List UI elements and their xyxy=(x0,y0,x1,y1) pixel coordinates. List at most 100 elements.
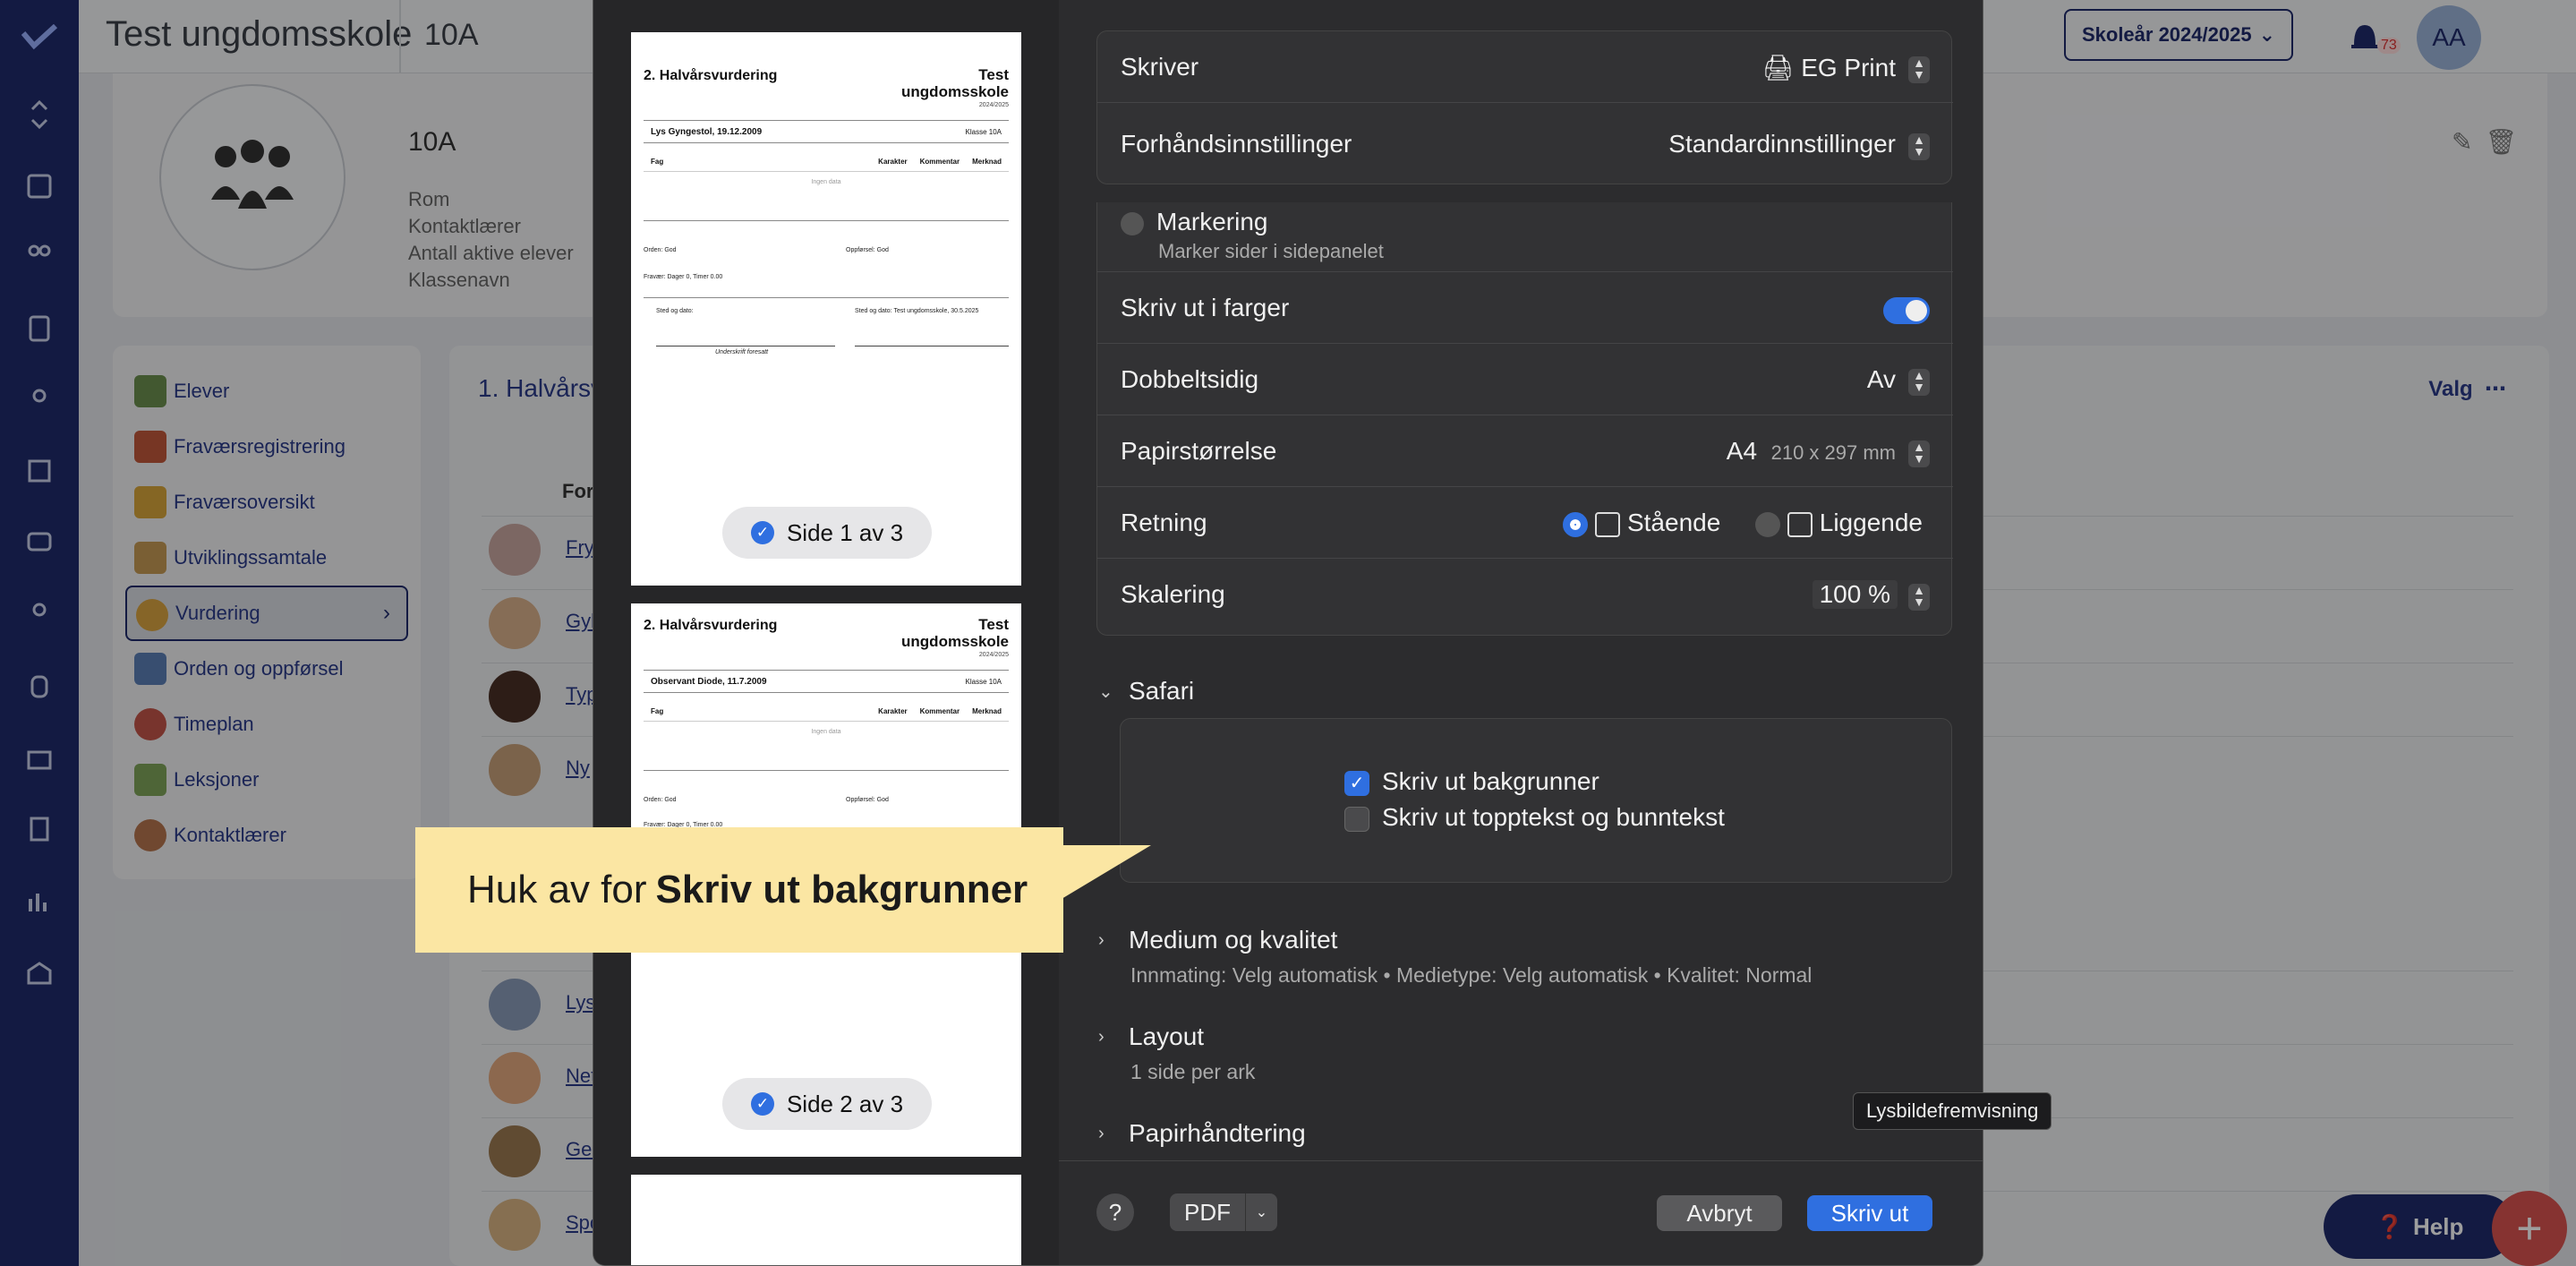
page-class: Klasse 10A xyxy=(965,128,1002,136)
marking-text: Markering xyxy=(1156,208,1268,235)
print-headers-option[interactable]: Skriv ut topptekst og bunntekst xyxy=(1344,803,1725,832)
paper-row[interactable]: Papirstørrelse A4 210 x 297 mm ▲ ▼ xyxy=(1097,415,1953,487)
col-kommentar: Kommentar xyxy=(919,158,960,166)
page-student: Lys Gyngestol, 19.12.2009 Klasse 10A xyxy=(644,120,1009,143)
paper-dims: 210 x 297 mm xyxy=(1770,441,1896,464)
layout-summary: 1 side per ark xyxy=(1130,1060,1256,1083)
updown-icon[interactable]: ▲ ▼ xyxy=(1908,441,1930,467)
portrait-label[interactable]: Stående xyxy=(1627,509,1720,536)
no-data: Ingen data xyxy=(811,179,841,185)
pill-label: Side 1 av 3 xyxy=(786,518,904,546)
col-kommentar: Kommentar xyxy=(919,707,960,715)
callout-pointer xyxy=(1062,845,1151,899)
col-karakter: Karakter xyxy=(878,158,908,166)
print-backgrounds-option[interactable]: ✓ Skriv ut bakgrunner xyxy=(1344,767,1599,796)
page-table-head: Fag Karakter Kommentar Merknad xyxy=(644,707,1009,722)
safari-title: Safari xyxy=(1129,677,1195,705)
printer-icon: 🖨 xyxy=(1761,54,1795,81)
marking-sub: Marker sider i sidepanelet xyxy=(1158,240,1384,262)
pdf-label: PDF xyxy=(1184,1198,1231,1226)
updown-icon[interactable]: ▲ ▼ xyxy=(1908,56,1930,83)
print-backgrounds-label: Skriv ut bakgrunner xyxy=(1382,767,1599,795)
orientation-options: Stående Liggende xyxy=(1563,509,1923,537)
dialog-footer: ? PDF ⌄ Avbryt Skriv ut xyxy=(1059,1160,1983,1265)
tooltip: Lysbildefremvisning xyxy=(1853,1092,2052,1130)
no-data: Ingen data xyxy=(811,729,841,735)
signature-caption: Underskrift foresatt xyxy=(715,349,769,355)
paper-handling-section-toggle[interactable]: › Papirhåndtering xyxy=(1098,1119,1306,1148)
page-preview-sidebar: 2. Halvårsvurdering Test ungdomsskole 20… xyxy=(593,0,1059,1265)
stepper-icon[interactable]: ▲ ▼ xyxy=(1908,584,1930,611)
duplex-row[interactable]: Dobbeltsidig Av ▲ ▼ xyxy=(1097,344,1953,415)
scale-row: Skalering 100 % ▲ ▼ xyxy=(1097,559,1953,630)
media-section-toggle[interactable]: › Medium og kvalitet xyxy=(1098,926,1337,954)
student-line: Lys Gyngestol, 19.12.2009 xyxy=(651,127,763,137)
landscape-label[interactable]: Liggende xyxy=(1820,509,1923,536)
page-year: 2024/2025 xyxy=(978,102,1009,108)
page-select-pill-1[interactable]: ✓ Side 1 av 3 xyxy=(722,507,932,559)
page-thumbnail-3[interactable] xyxy=(631,1175,1021,1265)
print-dialog: 2. Halvårsvurdering Test ungdomsskole 20… xyxy=(593,0,1983,1266)
options-box: Markering Marker sider i sidepanelet Skr… xyxy=(1096,202,1953,636)
chevron-down-icon: ⌄ xyxy=(1245,1193,1277,1231)
printer-value: 🖨 EG Print xyxy=(1762,53,1896,82)
scale-label: Skalering xyxy=(1121,580,1225,608)
presets-label: Forhåndsinnstillinger xyxy=(1121,130,1352,158)
divider xyxy=(644,770,1009,771)
page-class: Klasse 10A xyxy=(965,678,1002,686)
page-title: 2. Halvårsvurdering xyxy=(644,68,778,83)
page-thumbnail-1[interactable]: 2. Halvårsvurdering Test ungdomsskole 20… xyxy=(631,32,1021,586)
chevron-right-icon: › xyxy=(1098,929,1105,950)
landscape-icon xyxy=(1787,511,1813,537)
print-headers-label: Skriv ut topptekst og bunntekst xyxy=(1382,803,1725,831)
col-merknad: Merknad xyxy=(972,158,1002,166)
col-fag: Fag xyxy=(651,158,664,166)
duplex-label: Dobbeltsidig xyxy=(1121,365,1259,393)
landscape-radio[interactable] xyxy=(1755,511,1781,537)
page-school: Test ungdomsskole xyxy=(901,616,1009,650)
col-karakter: Karakter xyxy=(878,707,908,715)
chevron-down-icon: ⌄ xyxy=(1098,681,1113,702)
place-left: Sted og dato: xyxy=(656,308,694,314)
print-settings: Skriver 🖨 EG Print ▲ ▼ Forhåndsinnstillin… xyxy=(1059,0,1983,1265)
instruction-callout: Huk av for Skriv ut bakgrunner xyxy=(415,827,1063,953)
safari-section-toggle[interactable]: ⌄ Safari xyxy=(1098,677,1194,706)
page-table-head: Fag Karakter Kommentar Merknad xyxy=(644,158,1009,172)
color-row[interactable]: Skriv ut i farger xyxy=(1097,272,1953,344)
presets-row[interactable]: Forhåndsinnstillinger Standardinnstillin… xyxy=(1097,108,1953,180)
marking-label: Markering xyxy=(1121,208,1267,236)
color-label: Skriv ut i farger xyxy=(1121,294,1290,321)
orientation-label: Retning xyxy=(1121,509,1207,536)
callout-emphasis: Skriv ut bakgrunner xyxy=(655,868,1028,911)
portrait-radio[interactable] xyxy=(1563,511,1589,537)
page-select-pill-2[interactable]: ✓ Side 2 av 3 xyxy=(722,1078,932,1130)
divider xyxy=(644,297,1009,298)
checkmark-icon: ✓ xyxy=(750,521,774,544)
portrait-icon xyxy=(1595,511,1621,537)
page-year: 2024/2025 xyxy=(978,652,1009,658)
layout-title: Layout xyxy=(1129,1022,1205,1050)
color-toggle[interactable] xyxy=(1883,297,1930,324)
orientation-row: Retning Stående Liggende xyxy=(1097,487,1953,559)
pdf-menu-button[interactable]: PDF ⌄ xyxy=(1170,1193,1277,1231)
print-headers-checkbox[interactable] xyxy=(1344,806,1369,832)
marking-radio[interactable] xyxy=(1121,211,1144,235)
updown-icon[interactable]: ▲ ▼ xyxy=(1908,369,1930,396)
oppforsel: Oppførsel: God xyxy=(846,797,889,803)
print-button[interactable]: Skriv ut xyxy=(1807,1195,1932,1231)
col-merknad: Merknad xyxy=(972,707,1002,715)
chevron-right-icon: › xyxy=(1098,1026,1105,1047)
cancel-button[interactable]: Avbryt xyxy=(1657,1195,1782,1231)
print-backgrounds-checkbox[interactable]: ✓ xyxy=(1344,770,1369,796)
student-line: Observant Diode, 11.7.2009 xyxy=(651,677,767,687)
media-summary: Innmating: Velg automatisk • Medietype: … xyxy=(1130,963,1813,987)
printer-row[interactable]: Skriver 🖨 EG Print ▲ ▼ xyxy=(1097,31,1953,103)
help-button[interactable]: ? xyxy=(1096,1193,1134,1231)
updown-icon[interactable]: ▲ ▼ xyxy=(1908,133,1930,160)
marking-row[interactable]: Markering Marker sider i sidepanelet xyxy=(1097,202,1953,272)
printer-label: Skriver xyxy=(1121,53,1199,81)
scale-input[interactable]: 100 % xyxy=(1812,580,1898,609)
layout-section-toggle[interactable]: › Layout xyxy=(1098,1022,1204,1051)
presets-value: Standardinnstillinger xyxy=(1668,130,1896,158)
orden: Orden: God xyxy=(644,247,677,253)
